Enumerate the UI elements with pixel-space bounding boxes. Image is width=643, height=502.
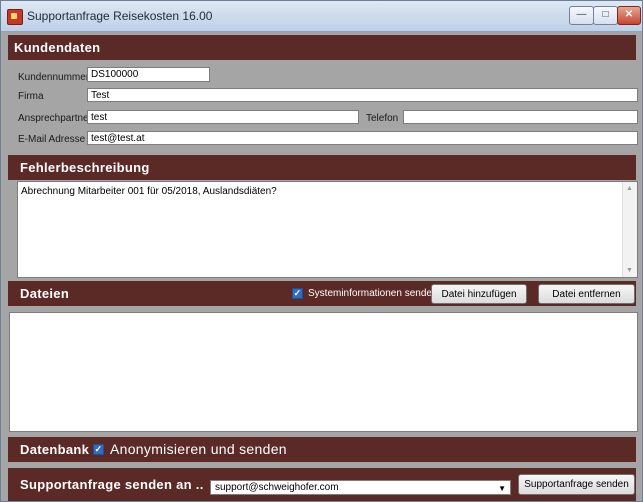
recipient-value: support@schweighofer.com bbox=[215, 482, 339, 493]
scroll-up-icon[interactable]: ▲ bbox=[626, 185, 633, 192]
firma-field[interactable]: Test bbox=[87, 88, 638, 102]
close-button[interactable]: ✕ bbox=[617, 6, 641, 25]
ansprechpartner-field[interactable]: test bbox=[87, 110, 359, 124]
add-file-button[interactable]: Datei hinzufügen bbox=[431, 284, 527, 304]
scroll-down-icon[interactable]: ▼ bbox=[626, 267, 633, 274]
description-scrollbar[interactable]: ▲ ▼ bbox=[622, 182, 637, 277]
app-icon bbox=[7, 9, 23, 25]
file-list[interactable] bbox=[9, 312, 638, 432]
datenbank-label: Datenbank bbox=[20, 442, 90, 457]
email-label: E-Mail Adresse bbox=[18, 134, 86, 145]
kundennummer-label: Kundennummer bbox=[18, 72, 90, 83]
anonymize-label: Anonymisieren und senden bbox=[110, 441, 287, 457]
ansprechpartner-label: Ansprechpartner bbox=[18, 113, 92, 124]
recipient-select[interactable]: support@schweighofer.com ▼ bbox=[210, 480, 511, 495]
kundennummer-field[interactable]: DS100000 bbox=[87, 67, 210, 82]
firma-label: Firma bbox=[18, 91, 44, 102]
send-request-button[interactable]: Supportanfrage senden bbox=[518, 474, 635, 495]
telefon-field[interactable] bbox=[403, 110, 638, 124]
maximize-button[interactable]: □ bbox=[593, 6, 618, 25]
remove-file-button[interactable]: Datei entfernen bbox=[538, 284, 635, 304]
telefon-label: Telefon bbox=[366, 113, 399, 124]
systeminfo-checkbox[interactable]: ✓ bbox=[292, 288, 303, 299]
window-title: Supportanfrage Reisekosten 16.00 bbox=[27, 9, 213, 23]
main-window: Supportanfrage Reisekosten 16.00 — □ ✕ K… bbox=[0, 0, 643, 502]
description-textarea[interactable]: Abrechnung Mitarbeiter 001 für 05/2018, … bbox=[17, 181, 638, 278]
fehlerbeschreibung-header: Fehlerbeschreibung bbox=[8, 155, 636, 180]
send-label: Supportanfrage senden an .. bbox=[20, 477, 204, 492]
minimize-button[interactable]: — bbox=[569, 6, 594, 25]
dateien-title: Dateien bbox=[20, 286, 70, 301]
systeminfo-label: Systeminformationen senden bbox=[308, 288, 438, 299]
email-field[interactable]: test@test.at bbox=[87, 131, 638, 145]
kundendaten-header: Kundendaten bbox=[8, 35, 636, 60]
datenbank-header: Datenbank ✓ Anonymisieren und senden bbox=[8, 437, 636, 462]
anonymize-checkbox[interactable]: ✓ bbox=[93, 444, 104, 455]
description-text: Abrechnung Mitarbeiter 001 für 05/2018, … bbox=[21, 186, 277, 197]
dropdown-arrow-icon[interactable]: ▼ bbox=[498, 482, 506, 495]
title-bar: Supportanfrage Reisekosten 16.00 — □ ✕ bbox=[1, 1, 642, 32]
